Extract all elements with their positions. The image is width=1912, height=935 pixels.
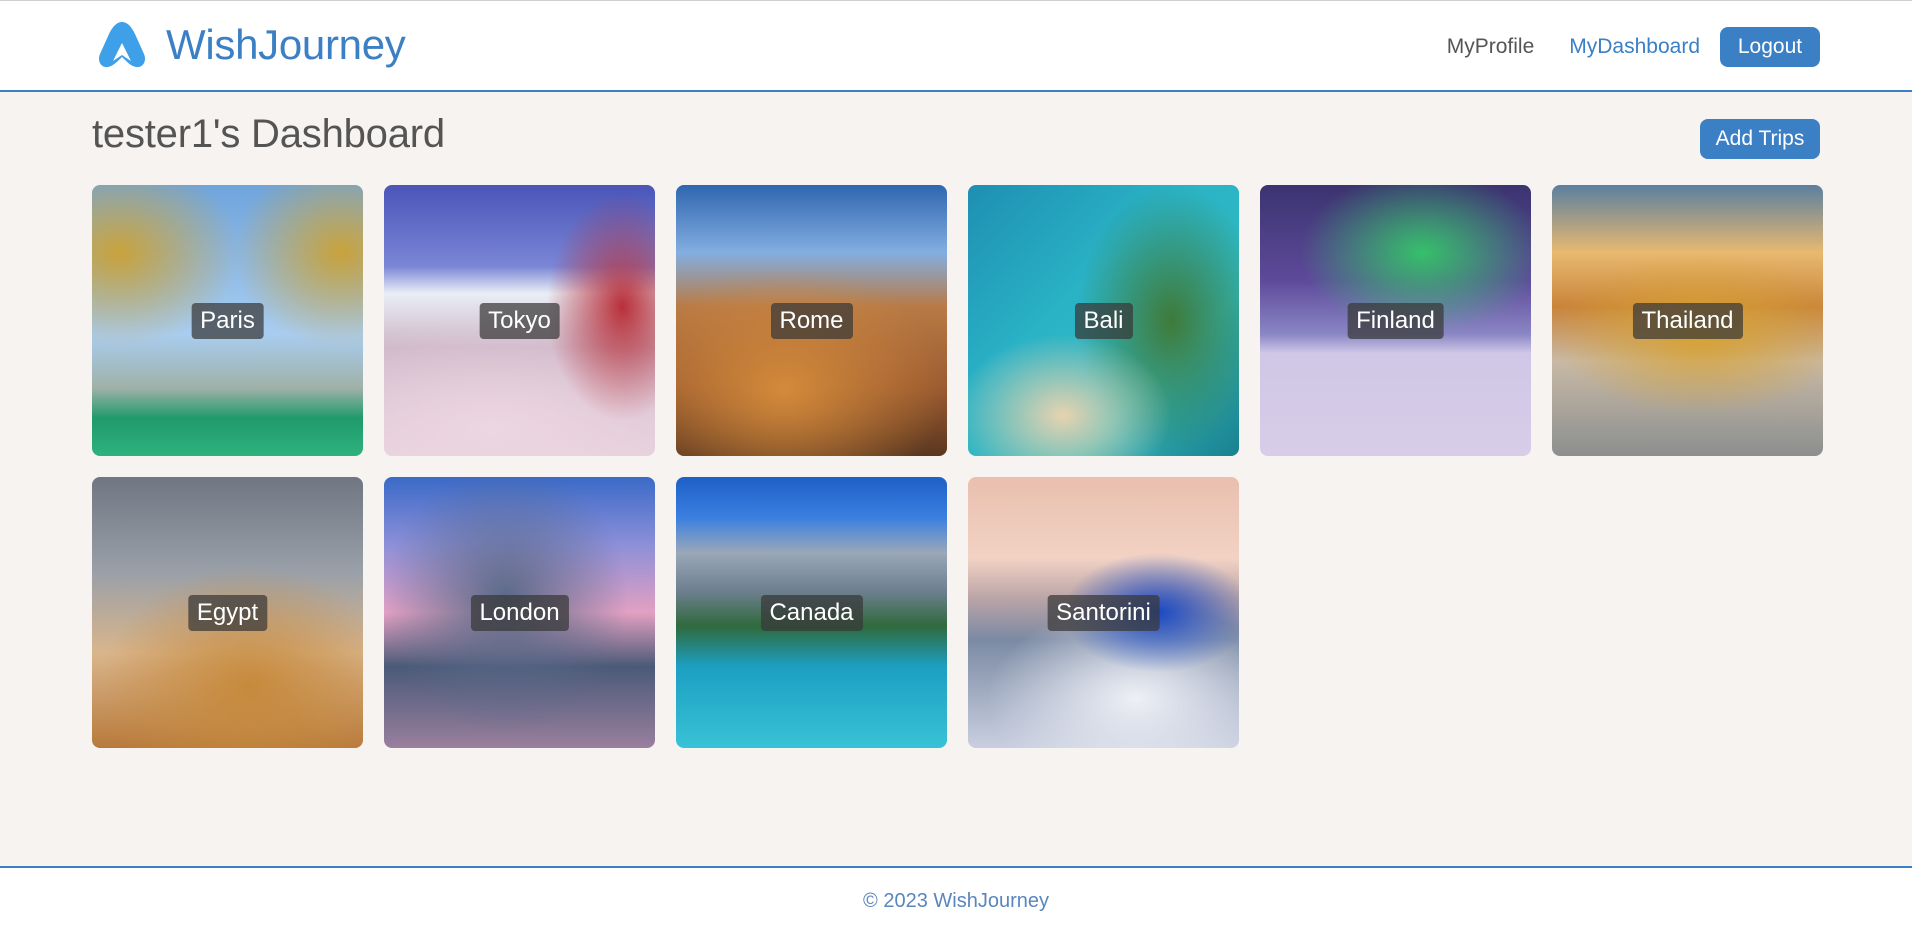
- nav-links: MyProfile MyDashboard Logout: [1447, 27, 1820, 67]
- trip-card-label: Thailand: [1632, 302, 1743, 339]
- trip-card-canada[interactable]: Canada: [676, 477, 947, 748]
- trip-card-label: Santorini: [1047, 594, 1160, 631]
- navbar: WishJourney MyProfile MyDashboard Logout: [0, 1, 1912, 92]
- trip-card-rome[interactable]: Rome: [676, 185, 947, 456]
- brand-logo-link[interactable]: WishJourney: [97, 21, 406, 69]
- add-trips-button[interactable]: Add Trips: [1700, 119, 1820, 159]
- trip-card-santorini[interactable]: Santorini: [968, 477, 1239, 748]
- trip-card-finland[interactable]: Finland: [1260, 185, 1531, 456]
- footer: © 2023 WishJourney: [0, 866, 1912, 935]
- trip-card-tokyo[interactable]: Tokyo: [384, 185, 655, 456]
- trip-card-egypt[interactable]: Egypt: [92, 477, 363, 748]
- trip-card-london[interactable]: London: [384, 477, 655, 748]
- trip-card-label: Bali: [1074, 302, 1133, 339]
- trip-card-label: Canada: [760, 594, 863, 631]
- page-title: tester1's Dashboard: [92, 112, 445, 156]
- trip-card-label: Tokyo: [479, 302, 560, 339]
- nav-my-profile-link[interactable]: MyProfile: [1447, 35, 1535, 59]
- trip-card-label: Finland: [1347, 302, 1444, 339]
- trip-card-bali[interactable]: Bali: [968, 185, 1239, 456]
- trip-card-thailand[interactable]: Thailand: [1552, 185, 1823, 456]
- logout-button[interactable]: Logout: [1720, 27, 1820, 67]
- nav-my-dashboard-link[interactable]: MyDashboard: [1569, 35, 1700, 59]
- plane-logo-icon: [97, 21, 147, 69]
- footer-copyright: © 2023 WishJourney: [863, 890, 1049, 912]
- trip-card-label: Rome: [770, 302, 853, 339]
- trip-card-label: Paris: [191, 302, 264, 339]
- trip-card-label: London: [470, 594, 569, 631]
- brand-name: WishJourney: [166, 21, 406, 68]
- trip-card-paris[interactable]: Paris: [92, 185, 363, 456]
- trip-card-label: Egypt: [187, 594, 268, 631]
